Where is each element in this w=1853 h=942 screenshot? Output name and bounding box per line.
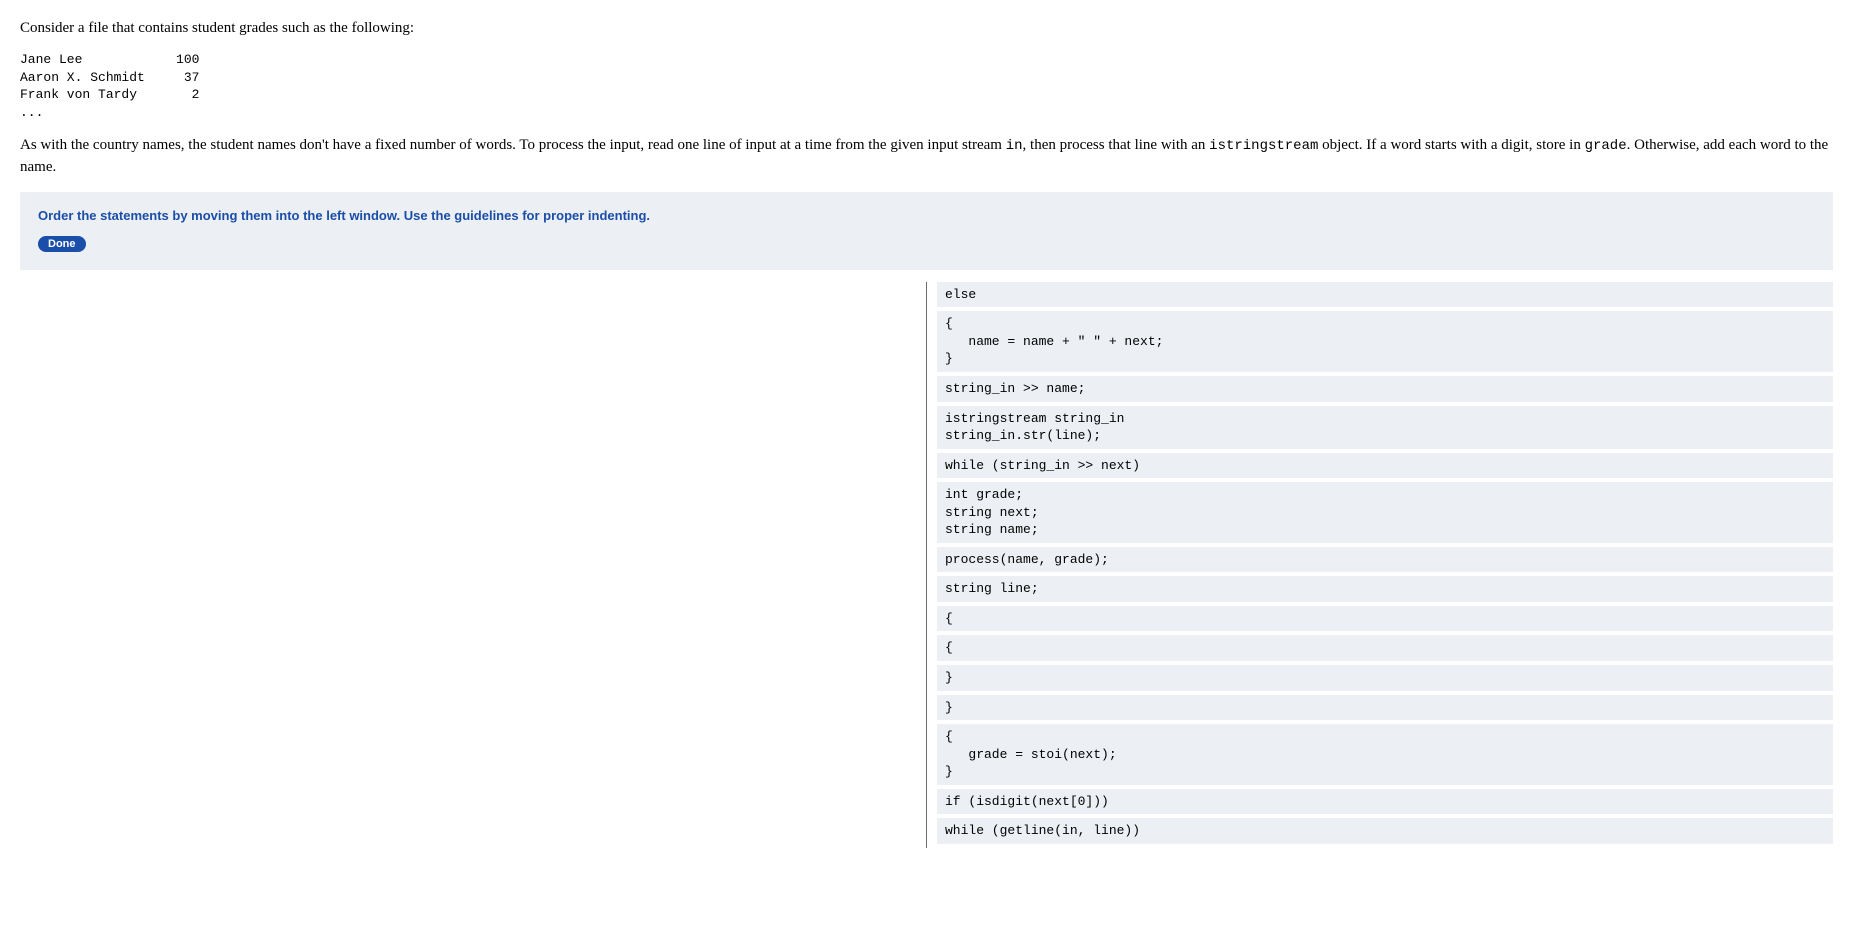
sample-file-data: Jane Lee 100 Aaron X. Schmidt 37 Frank v… [20,51,1833,121]
code-statement[interactable]: { name = name + " " + next; } [937,311,1833,372]
work-area: else { name = name + " " + next; } string_… [0,282,1853,848]
code-statement[interactable]: string line; [937,576,1833,602]
done-button[interactable]: Done [38,236,86,252]
explain-segment: As with the country names, the student n… [20,137,1006,153]
drop-target-panel[interactable] [20,282,926,848]
code-term-istringstream: istringstream [1209,138,1318,154]
code-statement[interactable]: string_in >> name; [937,376,1833,402]
statements-source-panel: else { name = name + " " + next; } string_… [927,282,1833,848]
code-term-in: in [1006,138,1023,154]
code-statement[interactable]: process(name, grade); [937,547,1833,573]
code-statement[interactable]: } [937,665,1833,691]
intro-paragraph: Consider a file that contains student gr… [20,18,1833,39]
code-statement[interactable]: } [937,695,1833,721]
code-statement[interactable]: if (isdigit(next[0])) [937,789,1833,815]
instruction-panel: Order the statements by moving them into… [20,192,1833,270]
code-statement[interactable]: else [937,282,1833,308]
code-statement[interactable]: while (string_in >> next) [937,453,1833,479]
code-term-grade: grade [1585,138,1627,154]
code-statement[interactable]: int grade; string next; string name; [937,482,1833,543]
code-statement[interactable]: { [937,635,1833,661]
code-statement[interactable]: istringstream string_in string_in.str(li… [937,406,1833,449]
problem-content: Consider a file that contains student gr… [0,0,1853,270]
code-statement[interactable]: { grade = stoi(next); } [937,724,1833,785]
instruction-text: Order the statements by moving them into… [38,208,1815,223]
explanation-paragraph: As with the country names, the student n… [20,135,1833,178]
explain-segment: , then process that line with an [1023,137,1210,153]
code-statement[interactable]: while (getline(in, line)) [937,818,1833,844]
code-statement[interactable]: { [937,606,1833,632]
explain-segment: object. If a word starts with a digit, s… [1318,137,1584,153]
